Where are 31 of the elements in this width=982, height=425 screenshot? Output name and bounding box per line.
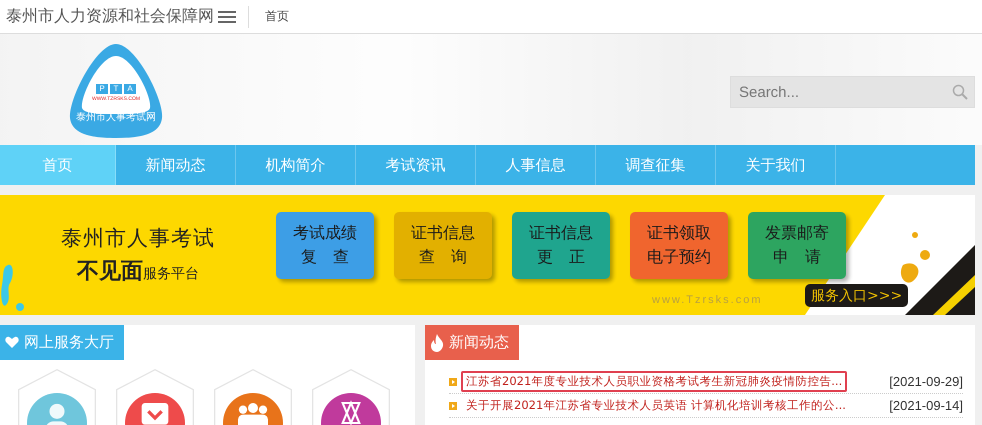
search-input[interactable]: Search... bbox=[737, 82, 941, 102]
banner-url: www.Tzrsks.com bbox=[652, 294, 762, 306]
logo-letter: P bbox=[96, 84, 108, 94]
banner-subtitle: 不见面服务平台 bbox=[77, 257, 199, 286]
bullet-icon bbox=[449, 402, 457, 410]
service-tile[interactable]: 证书领取 电子预约 bbox=[630, 212, 728, 278]
news-date: [2021-09-14] bbox=[889, 398, 963, 413]
news-link[interactable]: 江苏省2021年度专业技术人员职业资格考试考生新冠肺炎疫情防控告... bbox=[461, 371, 848, 392]
service-tile[interactable]: 证书信息 查 询 bbox=[394, 212, 492, 278]
service-tile[interactable]: 证书信息 更 正 bbox=[512, 212, 610, 278]
service-tile[interactable]: 考试成绩 复 查 bbox=[276, 212, 374, 278]
section-title: 新闻动态 bbox=[449, 333, 509, 352]
logo-letter: T bbox=[110, 84, 122, 94]
banner-title: 泰州市人事考试 bbox=[61, 225, 215, 252]
news-link[interactable]: 关于开展2021年江苏省专业技术人员英语 计算机化培训考核工作的公... bbox=[461, 395, 851, 416]
bullet-icon bbox=[449, 378, 457, 386]
section-title: 网上服务大厅 bbox=[24, 333, 114, 352]
logo-letter: A bbox=[124, 84, 136, 94]
paint-splash-icon bbox=[0, 263, 24, 311]
site-title: 泰州市人力资源和社会保障网 bbox=[6, 6, 214, 27]
breadcrumb-link[interactable]: 首页 bbox=[265, 8, 289, 25]
service-icon[interactable] bbox=[113, 368, 197, 425]
flame-icon bbox=[430, 334, 444, 352]
menu-icon[interactable] bbox=[218, 10, 238, 24]
service-icon[interactable] bbox=[309, 368, 393, 425]
heart-icon bbox=[5, 336, 19, 349]
service-tile[interactable]: 发票邮寄 申 请 bbox=[748, 212, 846, 278]
service-icon[interactable] bbox=[211, 368, 295, 425]
news-date: [2021-09-29] bbox=[889, 374, 963, 389]
search-field[interactable]: Search... bbox=[730, 76, 975, 108]
service-entry-button[interactable]: 服务入口>>> bbox=[805, 284, 908, 307]
